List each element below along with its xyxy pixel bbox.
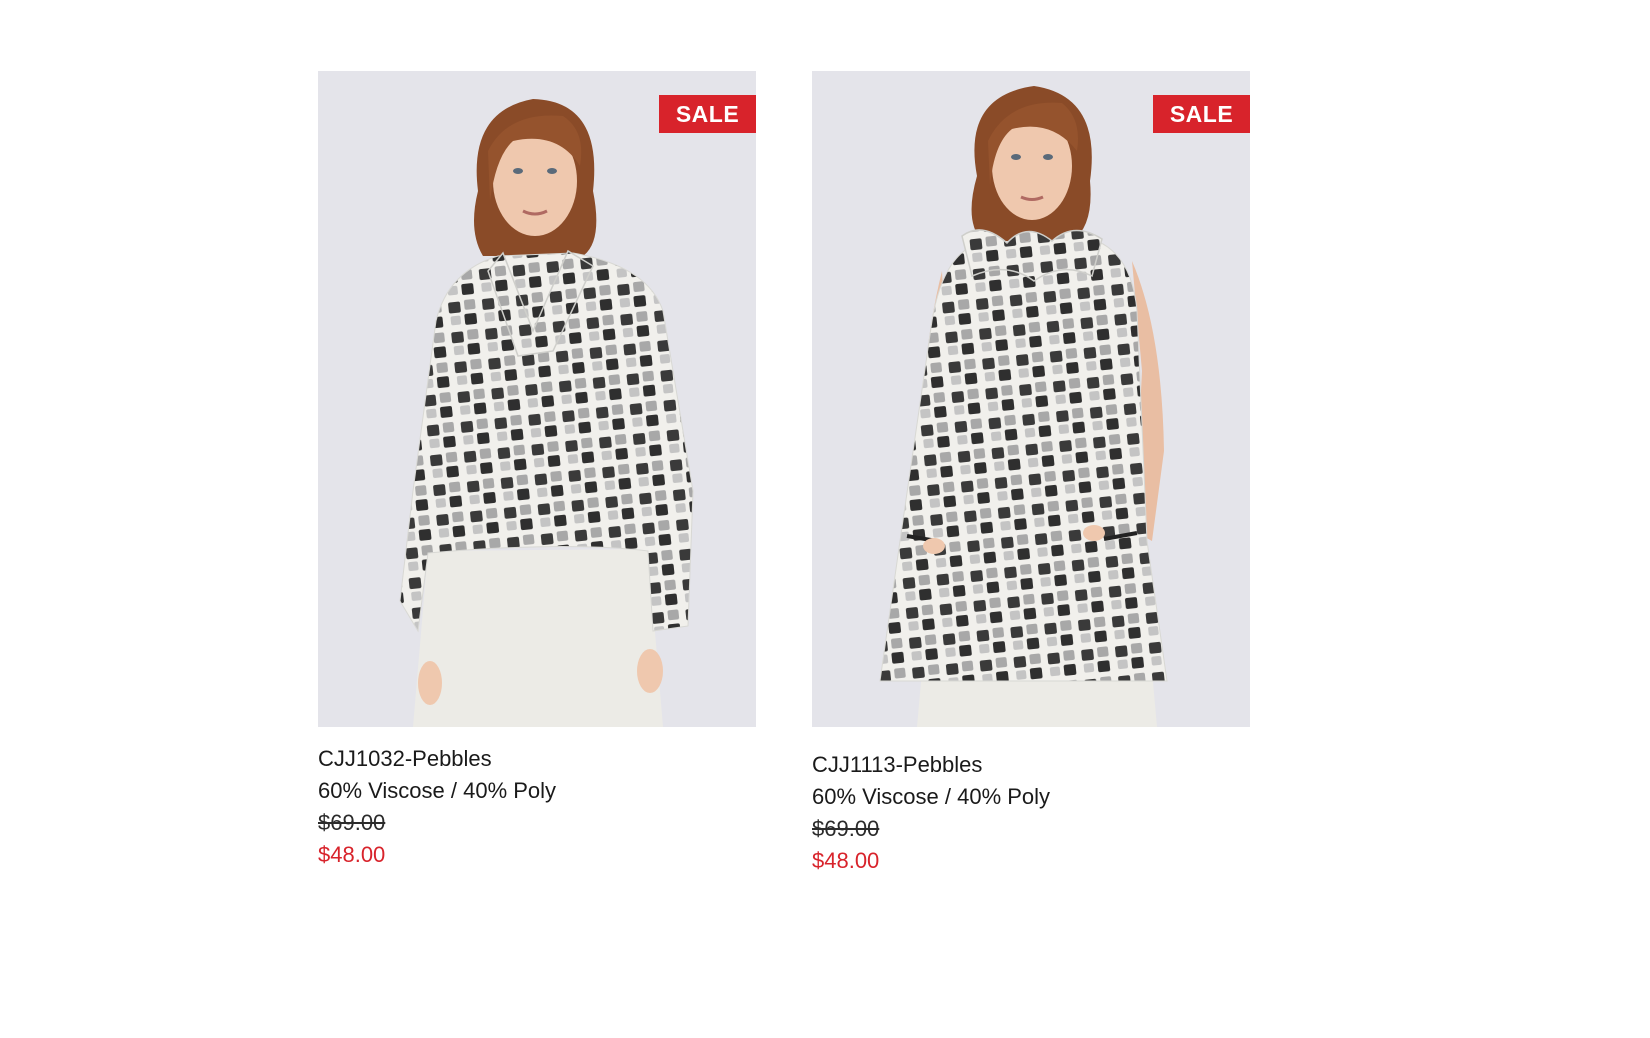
sale-price: $48.00: [812, 848, 880, 873]
product-info: CJJ1032-Pebbles 60% Viscose / 40% Poly $…: [318, 727, 756, 871]
sale-price: $48.00: [318, 842, 386, 867]
product-name[interactable]: CJJ1113-Pebbles: [812, 749, 1250, 781]
sale-badge: SALE: [1153, 95, 1250, 133]
sale-badge: SALE: [659, 95, 756, 133]
product-name[interactable]: CJJ1032-Pebbles: [318, 743, 756, 775]
original-price: $69.00: [812, 816, 880, 841]
model-photo-jacket: [399, 99, 694, 727]
product-info: CJJ1113-Pebbles 60% Viscose / 40% Poly $…: [812, 727, 1250, 877]
product-card[interactable]: SALE CJJ1032-Pebbles 60% Viscose / 40% P…: [318, 71, 756, 871]
original-price: $69.00: [318, 810, 386, 835]
model-photo-vest: [879, 86, 1168, 727]
product-material: 60% Viscose / 40% Poly: [812, 784, 1051, 809]
product-image[interactable]: SALE: [318, 71, 756, 727]
product-image[interactable]: SALE: [812, 71, 1250, 727]
product-card[interactable]: SALE CJJ1113-Pebbles 60% Viscose / 40% P…: [812, 71, 1250, 877]
product-material: 60% Viscose / 40% Poly: [318, 778, 557, 803]
